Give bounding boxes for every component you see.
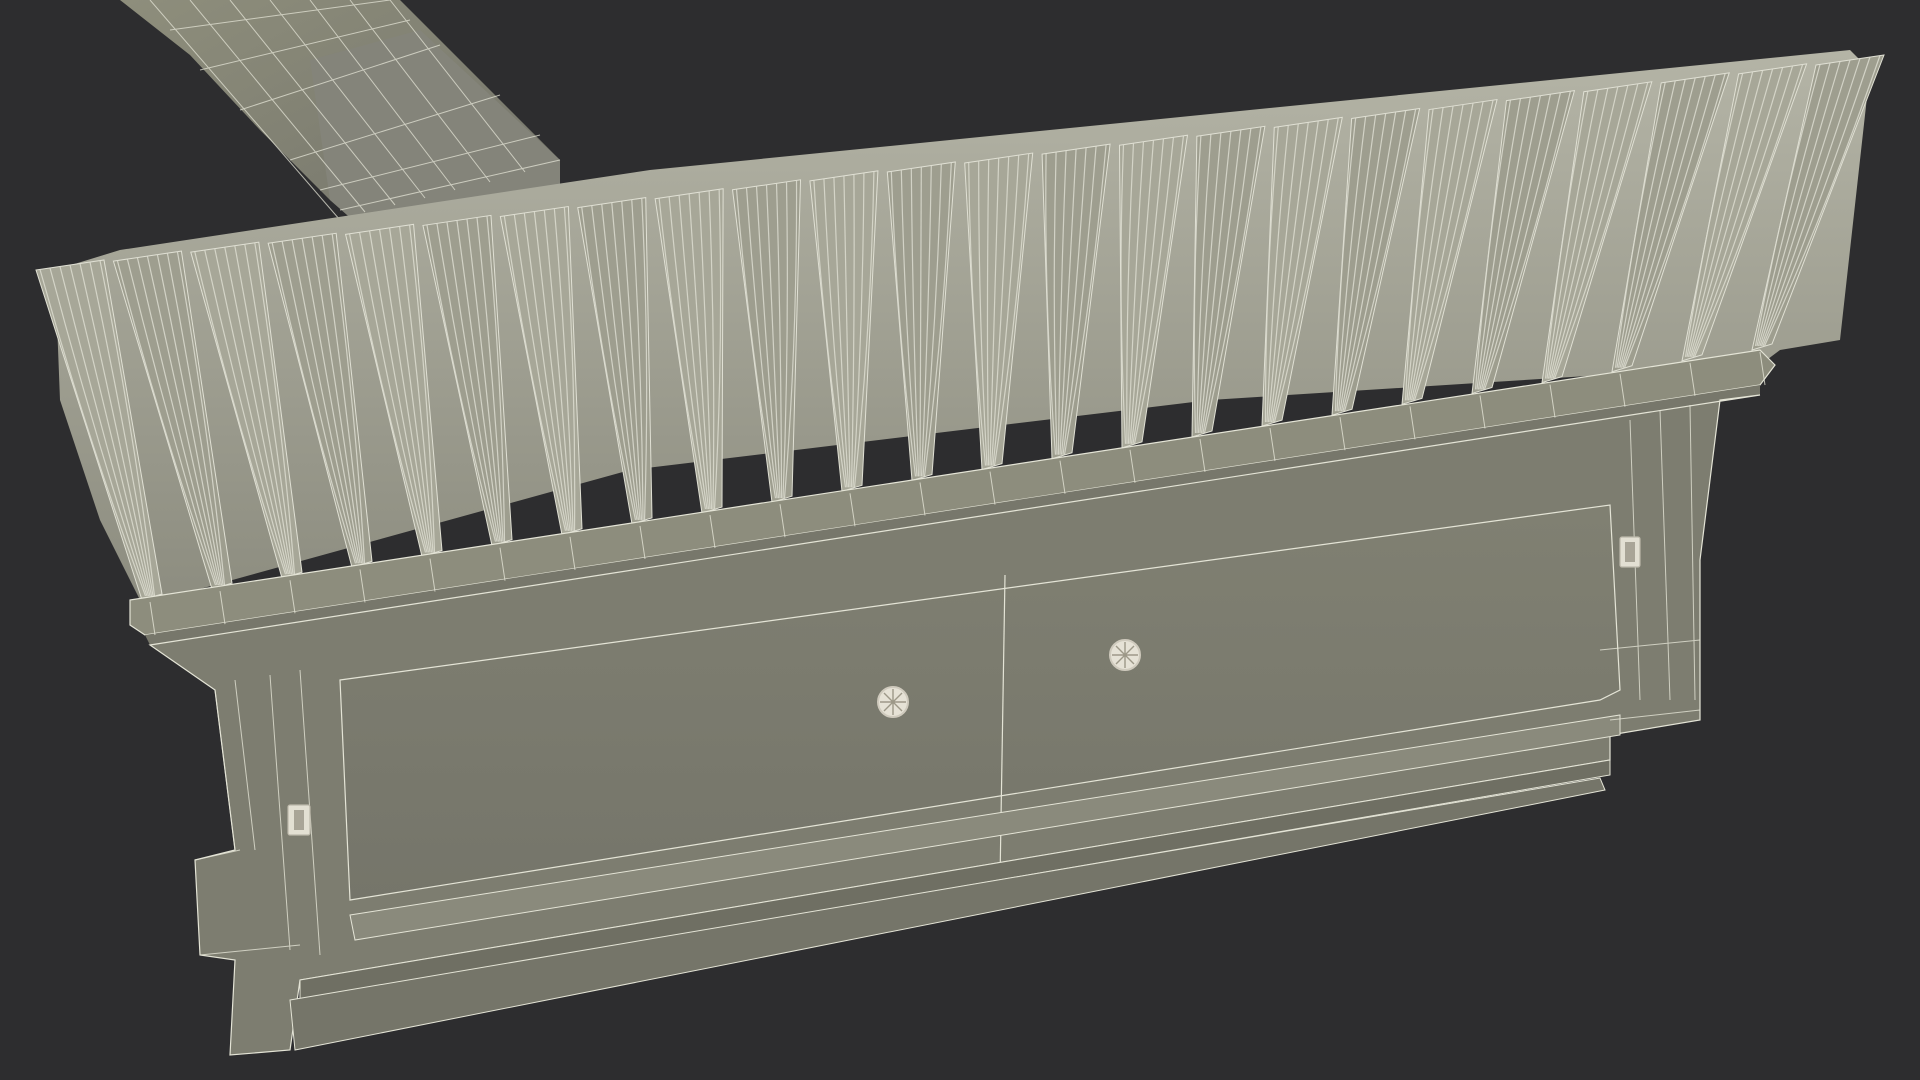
clip-left <box>287 804 311 836</box>
clip-right <box>1619 536 1641 568</box>
screw-left <box>877 686 909 718</box>
wireframe-scene <box>0 0 1920 1080</box>
screw-right <box>1109 639 1141 671</box>
